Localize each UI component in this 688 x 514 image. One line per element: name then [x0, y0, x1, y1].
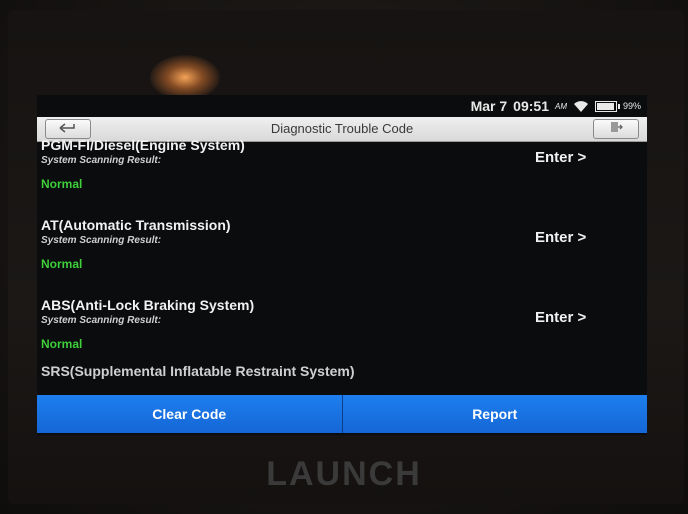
enter-button-abs[interactable]: Enter > [535, 309, 586, 326]
scan-result: Normal [41, 177, 83, 191]
scan-label: System Scanning Result: [41, 155, 162, 166]
battery-fill [596, 102, 614, 110]
system-list: PGM-FI/Diesel(Engine System) System Scan… [37, 137, 647, 379]
scan-result: Normal [41, 257, 83, 271]
status-bar: Mar 7 09:51 AM 99% [37, 95, 647, 117]
system-row-engine: PGM-FI/Diesel(Engine System) System Scan… [37, 117, 647, 197]
enter-button-transmission[interactable]: Enter > [535, 229, 586, 246]
report-button[interactable]: Report [343, 395, 648, 433]
status-time: 09:51 [513, 98, 549, 114]
scan-result: Normal [41, 337, 83, 351]
scan-label: System Scanning Result: [41, 235, 162, 246]
system-row-srs: SRS(Supplemental Inflatable Restraint Sy… [37, 357, 647, 379]
system-name: ABS(Anti-Lock Braking System) [41, 297, 255, 313]
light-glare [150, 55, 220, 100]
clear-code-button[interactable]: Clear Code [37, 395, 342, 433]
device-screen: Mar 7 09:51 AM 99% Diagnostic Trouble Co… [37, 95, 647, 435]
system-row-abs: ABS(Anti-Lock Braking System) System Sca… [37, 277, 647, 357]
scan-label: System Scanning Result: [41, 315, 162, 326]
enter-button-engine[interactable]: Enter > [535, 149, 586, 166]
system-name: AT(Automatic Transmission) [41, 217, 231, 233]
battery-percent: 99% [622, 101, 641, 111]
status-date: Mar 7 [470, 98, 508, 114]
system-row-transmission: AT(Automatic Transmission) System Scanni… [37, 197, 647, 277]
device-brand-logo: LAUNCH [266, 455, 422, 493]
battery-icon [594, 100, 620, 112]
status-ampm: AM [554, 101, 567, 111]
wifi-icon [573, 100, 589, 112]
status-right: Mar 7 09:51 AM 99% [471, 98, 641, 114]
bottom-action-bar: Clear Code Report [37, 395, 647, 433]
system-name: SRS(Supplemental Inflatable Restraint Sy… [41, 363, 355, 379]
system-name: PGM-FI/Diesel(Engine System) [41, 137, 245, 153]
